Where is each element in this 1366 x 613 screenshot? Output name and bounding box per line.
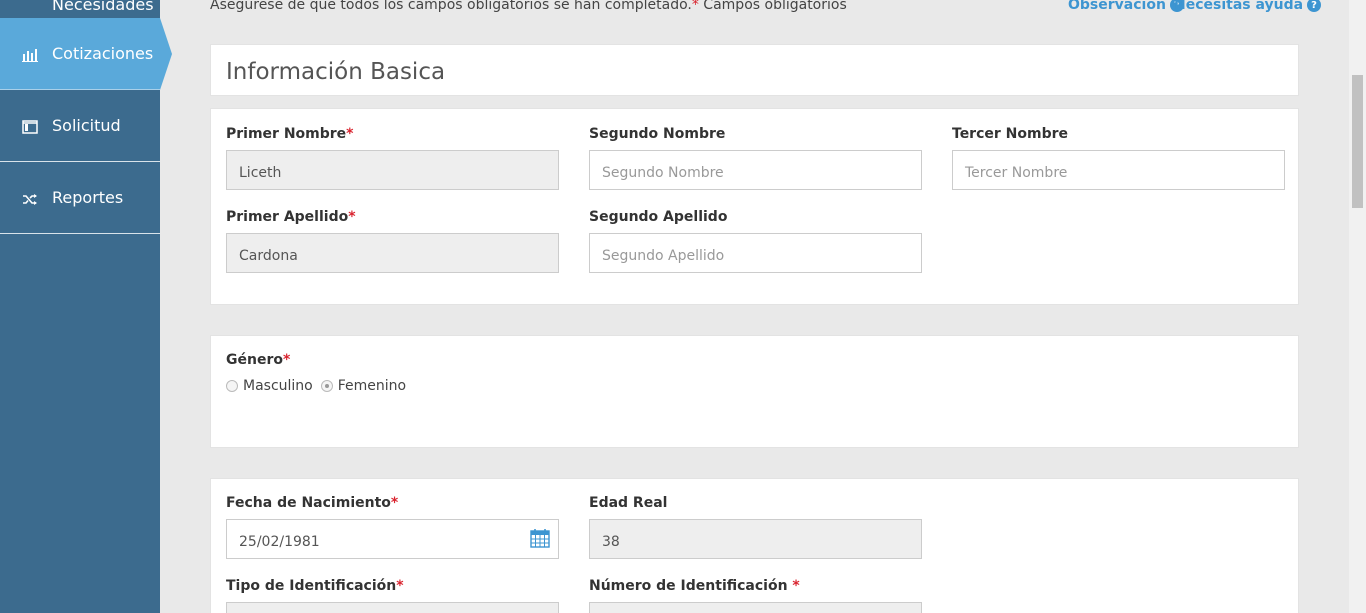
section-title: Información Basica [226, 59, 446, 85]
primer-apellido-label: Primer Apellido* [226, 209, 356, 225]
observacion-link[interactable]: Observación ? [1068, 0, 1184, 13]
shuffle-icon [22, 191, 38, 205]
genero-label: Género* [226, 352, 291, 368]
birth-card: Fecha de Nacimiento* 25/02/1981 Edad Rea… [210, 478, 1299, 613]
primer-nombre-field[interactable]: Liceth [226, 150, 559, 190]
window-icon [22, 119, 38, 134]
sidebar-item-reportes[interactable]: Reportes [0, 162, 160, 234]
radio-femenino[interactable]: Femenino [320, 378, 406, 394]
gender-card: Género* Masculino Femenino [210, 335, 1299, 448]
edad-real-field[interactable]: 38 [589, 519, 922, 559]
names-card: Primer Nombre* Liceth Segundo Nombre Seg… [210, 108, 1299, 305]
radio-button[interactable] [320, 380, 333, 392]
fecha-nacimiento-label: Fecha de Nacimiento* [226, 495, 399, 511]
sidebar-item-necesidades[interactable]: Necesidades [0, 0, 160, 14]
edad-real-label: Edad Real [589, 495, 668, 511]
segundo-nombre-label: Segundo Nombre [589, 126, 726, 142]
tipo-identificacion-label: Tipo de Identificación* [226, 578, 404, 594]
sidebar-item-cotizaciones[interactable]: Cotizaciones [0, 18, 160, 90]
tipo-identificacion-field[interactable] [226, 602, 559, 613]
active-indicator-arrow [160, 18, 172, 90]
primer-nombre-label: Primer Nombre* [226, 126, 354, 142]
bar-chart-icon [22, 47, 38, 62]
help-icon: ? [1307, 0, 1322, 12]
help-link[interactable]: Necesitas ayuda ? [1174, 0, 1322, 13]
radio-button[interactable] [226, 380, 238, 392]
genero-radio-group: Masculino Femenino [226, 378, 414, 394]
sidebar-item-label: Necesidades [52, 0, 154, 14]
section-header: Información Basica [210, 44, 1299, 96]
primer-apellido-field[interactable]: Cardona [226, 233, 559, 273]
numero-identificacion-field[interactable] [589, 602, 922, 613]
segundo-apellido-label: Segundo Apellido [589, 209, 728, 225]
segundo-apellido-field[interactable]: Segundo Apellido [589, 233, 922, 273]
radio-masculino[interactable]: Masculino [226, 378, 313, 394]
scrollbar-thumb[interactable] [1352, 75, 1363, 208]
sidebar-item-solicitud[interactable]: Solicitud [0, 90, 160, 162]
required-fields-notice: Asegúrese de que todos los campos obliga… [210, 0, 847, 13]
tercer-nombre-label: Tercer Nombre [952, 126, 1069, 142]
vertical-scrollbar[interactable] [1349, 0, 1366, 613]
calendar-icon[interactable] [530, 528, 550, 548]
sidebar-item-label: Cotizaciones [52, 44, 154, 63]
sidebar-item-label: Reportes [52, 188, 124, 207]
numero-identificacion-label: Número de Identificación * [589, 578, 800, 594]
sidebar: Necesidades Cotizaciones Solicitud Repor… [0, 0, 160, 613]
segundo-nombre-field[interactable]: Segundo Nombre [589, 150, 922, 190]
fecha-nacimiento-field[interactable]: 25/02/1981 [226, 519, 559, 559]
tercer-nombre-field[interactable]: Tercer Nombre [952, 150, 1285, 190]
sidebar-item-label: Solicitud [52, 116, 121, 135]
